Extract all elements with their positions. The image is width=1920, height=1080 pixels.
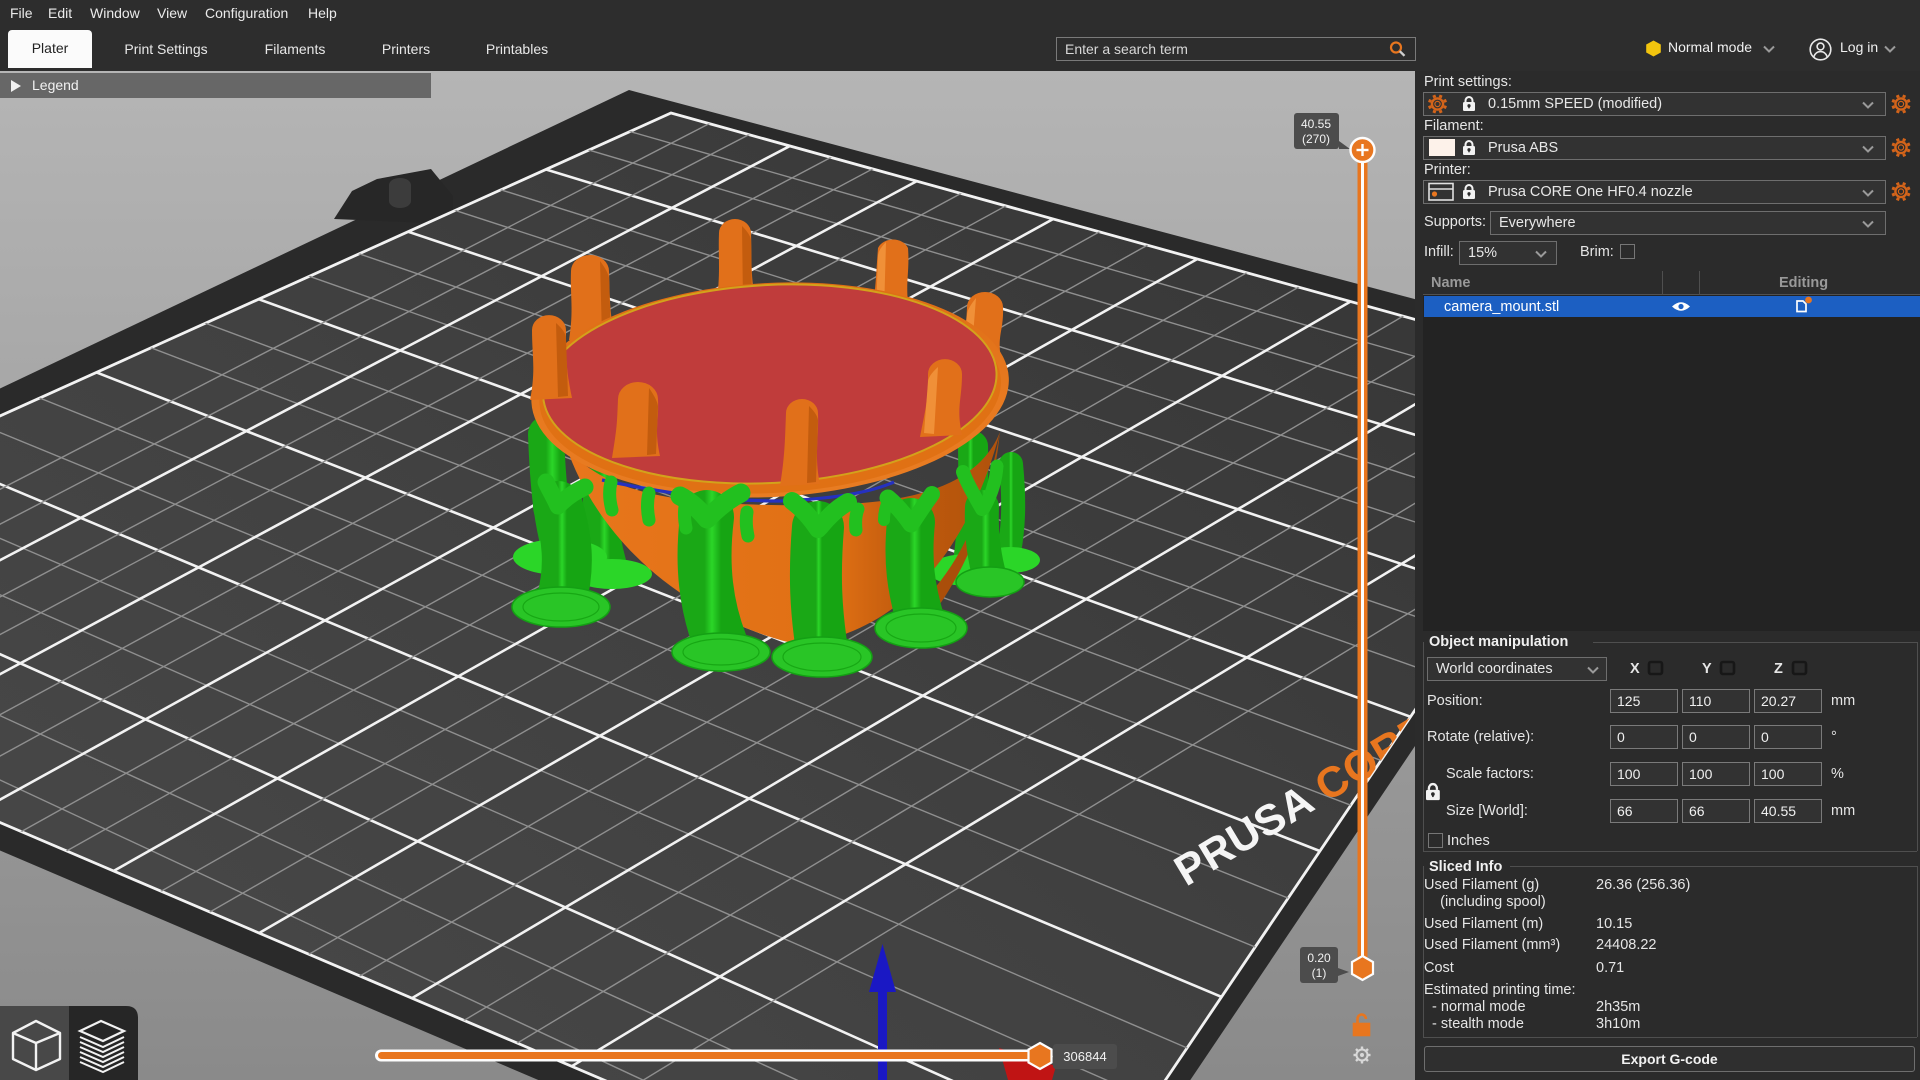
svg-text:40.55: 40.55 xyxy=(1301,117,1331,131)
svg-text:0.20: 0.20 xyxy=(1307,951,1331,965)
svg-text:306844: 306844 xyxy=(1063,1049,1106,1064)
svg-text:(1): (1) xyxy=(1312,966,1327,980)
svg-text:(270): (270) xyxy=(1302,132,1330,146)
